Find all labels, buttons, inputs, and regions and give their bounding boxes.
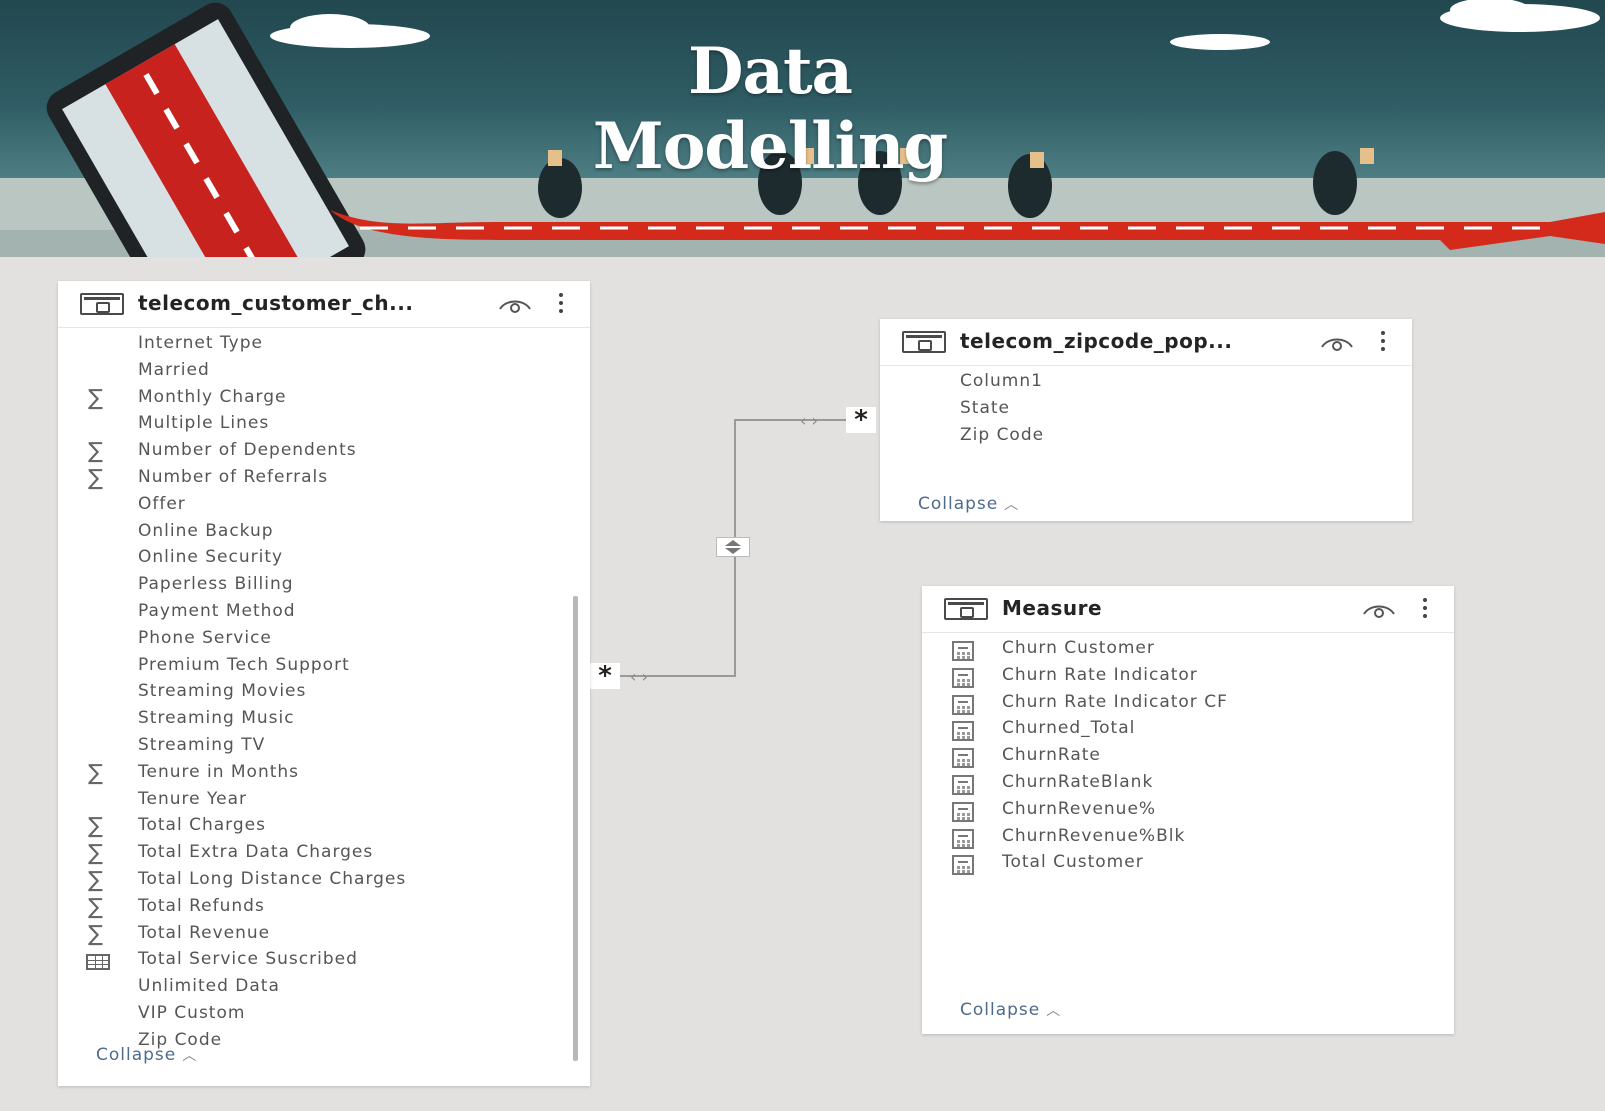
measure-calculator-icon: [952, 641, 974, 661]
field-item[interactable]: Column1: [960, 371, 1043, 397]
field-item[interactable]: Total Charges: [138, 815, 266, 841]
measure-calculator-icon: [952, 667, 974, 688]
field-item[interactable]: Online Backup: [138, 521, 274, 547]
collapse-button[interactable]: Collapse ︿: [96, 1045, 197, 1065]
measure-calculator-icon: [952, 801, 974, 822]
eye-icon[interactable]: [1320, 335, 1354, 351]
more-options-icon[interactable]: [558, 293, 564, 317]
relationship-many-end-left: *: [590, 663, 620, 689]
card-header[interactable]: Measure: [922, 586, 1454, 633]
field-item[interactable]: Payment Method: [138, 601, 296, 627]
field-item[interactable]: Tenure Year: [138, 789, 247, 815]
measure-calculator-icon: [952, 721, 974, 742]
sigma-icon: ∑: [88, 868, 103, 893]
field-item[interactable]: VIP Custom: [138, 1003, 245, 1029]
table-icon: [80, 293, 124, 315]
field-item[interactable]: Offer: [138, 494, 186, 520]
field-item[interactable]: Total Refunds: [138, 896, 265, 922]
measure-calculator-icon: [952, 748, 974, 769]
collapse-label: Collapse: [96, 1045, 177, 1065]
chevron-up-icon: ︿: [182, 1048, 198, 1064]
collapse-button[interactable]: Collapse ︿: [960, 1000, 1061, 1020]
sigma-icon: ∑: [88, 814, 103, 840]
scrollbar[interactable]: [573, 596, 578, 1061]
sigma-icon: ∑: [88, 385, 103, 411]
sigma-icon: ∑: [88, 894, 103, 920]
table-icon: [944, 598, 988, 620]
table-card-customer[interactable]: telecom_customer_ch... Internet Type Marr…: [58, 281, 590, 1086]
sigma-icon: ∑: [88, 466, 103, 491]
field-item[interactable]: ChurnRevenue%: [1002, 799, 1156, 825]
field-item[interactable]: Internet Type: [138, 333, 263, 359]
field-item[interactable]: ChurnRevenue%Blk: [1002, 826, 1185, 852]
collapse-label: Collapse: [960, 1000, 1041, 1020]
field-item[interactable]: Phone Service: [138, 628, 272, 654]
card-header[interactable]: telecom_customer_ch...: [58, 281, 590, 328]
relationship-many-end-right: *: [846, 407, 876, 433]
card-header[interactable]: telecom_zipcode_pop...: [880, 319, 1412, 366]
field-item[interactable]: Paperless Billing: [138, 574, 294, 600]
collapse-label: Collapse: [918, 494, 999, 514]
more-options-icon[interactable]: [1422, 598, 1428, 622]
cross-filter-both-icon[interactable]: [716, 537, 750, 557]
field-item[interactable]: Multiple Lines: [138, 413, 269, 439]
field-item[interactable]: Tenure in Months: [138, 762, 299, 788]
eye-icon[interactable]: [1362, 602, 1396, 618]
field-item[interactable]: State: [960, 398, 1010, 424]
field-item[interactable]: ChurnRateBlank: [1002, 772, 1153, 798]
field-item[interactable]: Streaming TV: [138, 735, 265, 761]
calculated-column-icon: [86, 954, 110, 971]
field-item[interactable]: Number of Dependents: [138, 440, 357, 466]
table-title[interactable]: Measure: [1002, 596, 1102, 620]
banner-title: Data Modelling: [592, 34, 948, 184]
field-item[interactable]: Total Long Distance Charges: [138, 869, 406, 895]
field-item[interactable]: Streaming Music: [138, 708, 295, 734]
field-item[interactable]: Churn Rate Indicator: [1002, 665, 1198, 691]
field-item[interactable]: Unlimited Data: [138, 976, 280, 1002]
field-item[interactable]: Total Extra Data Charges: [138, 842, 373, 868]
banner: Data Modelling: [0, 0, 1605, 257]
model-canvas[interactable]: ‹ › ‹ › * * telecom_customer_ch... Inter…: [0, 257, 1605, 1111]
field-item[interactable]: Total Revenue: [138, 923, 270, 949]
measure-calculator-icon: [952, 855, 974, 876]
measure-calculator-icon: [952, 694, 974, 715]
field-item[interactable]: Monthly Charge: [138, 387, 286, 413]
table-title[interactable]: telecom_customer_ch...: [138, 291, 413, 315]
table-card-zipcode[interactable]: telecom_zipcode_pop... Column1 State Zip C…: [880, 319, 1412, 521]
svg-text:‹ ›: ‹ ›: [800, 411, 818, 430]
table-icon: [902, 331, 946, 353]
field-item[interactable]: Number of Referrals: [138, 467, 328, 493]
measure-calculator-icon: [952, 775, 974, 795]
field-item[interactable]: Total Service Suscribed: [138, 949, 358, 975]
field-item[interactable]: Premium Tech Support: [138, 655, 350, 681]
field-item[interactable]: Total Customer: [1002, 852, 1144, 878]
field-item[interactable]: Churn Rate Indicator CF: [1002, 692, 1228, 718]
sigma-icon: ∑: [88, 921, 103, 947]
sigma-icon: ∑: [88, 760, 103, 786]
field-item[interactable]: Online Security: [138, 547, 283, 573]
chevron-up-icon: ︿: [1004, 497, 1020, 513]
table-title[interactable]: telecom_zipcode_pop...: [960, 329, 1232, 353]
more-options-icon[interactable]: [1380, 331, 1386, 355]
sigma-icon: ∑: [88, 841, 103, 867]
sigma-icon: ∑: [88, 439, 103, 465]
collapse-button[interactable]: Collapse ︿: [918, 494, 1019, 514]
field-item[interactable]: Churned_Total: [1002, 718, 1135, 744]
field-item[interactable]: Churn Customer: [1002, 638, 1155, 664]
field-item[interactable]: Zip Code: [960, 425, 1044, 451]
field-item[interactable]: Married: [138, 360, 210, 386]
field-item[interactable]: ChurnRate: [1002, 745, 1101, 771]
eye-icon[interactable]: [498, 297, 532, 313]
chevron-up-icon: ︿: [1046, 1003, 1062, 1019]
field-item[interactable]: Streaming Movies: [138, 681, 306, 707]
svg-text:‹ ›: ‹ ›: [630, 667, 648, 686]
measure-calculator-icon: [952, 828, 974, 849]
table-card-measure[interactable]: Measure Churn Customer Churn Rate Indicat…: [922, 586, 1454, 1034]
